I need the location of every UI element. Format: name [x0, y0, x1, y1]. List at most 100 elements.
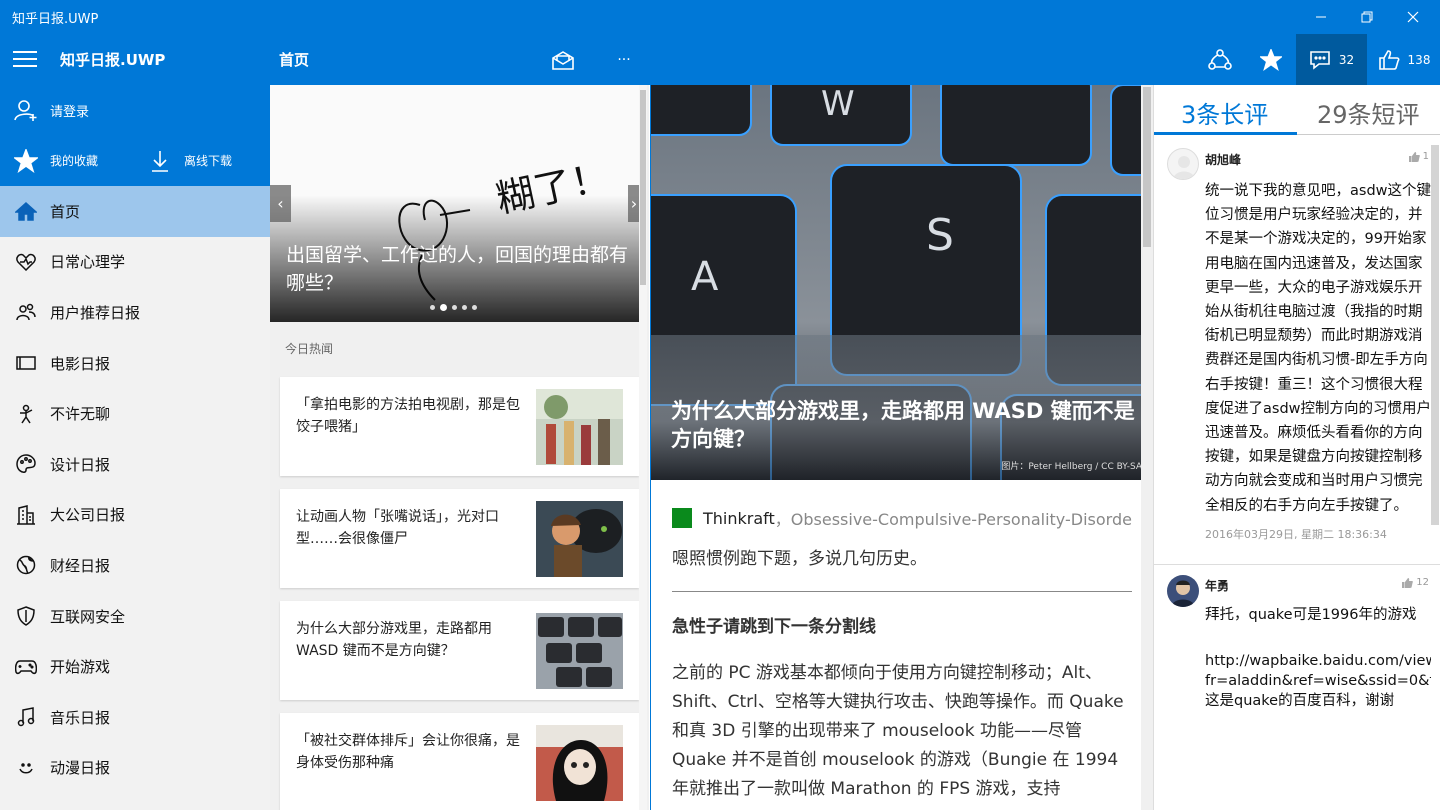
- news-card[interactable]: 让动画人物「张嘴说话」，光对口型……会很像僵尸: [280, 489, 639, 588]
- comment-author[interactable]: 胡旭峰: [1205, 151, 1241, 168]
- mail-button[interactable]: [545, 34, 581, 85]
- users-icon: [14, 300, 38, 324]
- add-user-icon: [14, 100, 37, 121]
- key-s-label: S: [926, 210, 954, 261]
- banner-pager[interactable]: [430, 304, 477, 311]
- news-card-title: 「被社交群体排斥」会让你很痛，是身体受伤那种痛: [296, 733, 520, 771]
- sidebar-item-label: 开始游戏: [50, 658, 111, 677]
- sidebar-item-security[interactable]: 互联网安全: [0, 591, 270, 642]
- thumbs-up-icon: [1402, 577, 1414, 588]
- comment-count: 32: [1338, 52, 1355, 67]
- article-intro: 嗯照惯例跑下题，多说几句历史。: [672, 549, 927, 569]
- article-hero: W A S 为什么大部分游戏里，走路都用 WASD 键而不是方向键？ 图片：Pe…: [651, 85, 1141, 480]
- avatar[interactable]: [1167, 575, 1199, 607]
- comment-item: 年勇 12 拜托，quake可是1996年的游戏 http://wapbaike…: [1154, 573, 1440, 810]
- key-w-label: W: [821, 85, 855, 124]
- globe-icon: [14, 553, 38, 577]
- sidebar-item-home[interactable]: 首页: [0, 186, 270, 237]
- article-scrollbar[interactable]: [1141, 85, 1153, 810]
- sidebar-item-label: 财经日报: [50, 556, 111, 575]
- sidebar-item-finance[interactable]: 财经日报: [0, 540, 270, 591]
- download-icon: [152, 150, 168, 172]
- comment-like-button[interactable]: 12: [1402, 577, 1429, 588]
- featured-banner[interactable]: 糊了！ 出国留学、工作过的人，回国的理由都有哪些？ ‹ ›: [270, 85, 640, 322]
- sidebar-item-no-boredom[interactable]: 不许无聊: [0, 388, 270, 439]
- sidebar-item-label: 用户推荐日报: [50, 303, 141, 322]
- minimize-icon: [1316, 16, 1326, 18]
- news-card-thumbnail: [536, 725, 623, 801]
- news-card-title: 「拿拍电影的方法拍电视剧，那是包饺子喂猪」: [296, 397, 520, 435]
- sidebar: 请登录 我的收藏 离线下载 首页 日常心理学 用户推荐日报 电影日报 不许无聊 …: [0, 85, 270, 810]
- sidebar-item-big-company[interactable]: 大公司日报: [0, 490, 270, 541]
- news-card[interactable]: 为什么大部分游戏里，走路都用 WASD 键而不是方向键？: [280, 601, 639, 700]
- close-button[interactable]: [1390, 0, 1436, 34]
- building-icon: [14, 503, 38, 527]
- mail-open-icon: [552, 50, 574, 70]
- more-button[interactable]: ···: [605, 34, 643, 85]
- comment-author[interactable]: 年勇: [1205, 577, 1229, 594]
- sidebar-item-psychology[interactable]: 日常心理学: [0, 237, 270, 288]
- offline-download-button[interactable]: 离线下载: [148, 135, 232, 186]
- article-divider: [672, 591, 1132, 592]
- title-bar: 知乎日报.UWP: [0, 0, 1440, 34]
- sidebar-item-design[interactable]: 设计日报: [0, 439, 270, 490]
- comment-text: 拜托，quake可是1996年的游戏: [1205, 607, 1417, 623]
- heart-icon: [14, 250, 38, 274]
- like-button[interactable]: 138: [1372, 34, 1436, 85]
- shield-icon: [14, 604, 38, 628]
- news-card[interactable]: 「拿拍电影的方法拍电视剧，那是包饺子喂猪」: [280, 377, 639, 476]
- nav-list: 首页 日常心理学 用户推荐日报 电影日报 不许无聊 设计日报 大公司日报 财经日…: [0, 186, 270, 793]
- like-count: 138: [1407, 52, 1431, 67]
- news-card[interactable]: 「被社交群体排斥」会让你很痛，是身体受伤那种痛: [280, 713, 639, 810]
- comment-time: 2016年03月29日, 星期二 18:36:34: [1205, 528, 1387, 541]
- banner-prev-button[interactable]: ‹: [270, 185, 291, 222]
- tab-short-comments[interactable]: 29条短评: [1317, 95, 1420, 130]
- comments-button[interactable]: 32: [1296, 34, 1367, 85]
- sidebar-item-games[interactable]: 开始游戏: [0, 641, 270, 692]
- avatar[interactable]: [1167, 148, 1199, 180]
- sidebar-item-label: 设计日报: [50, 455, 111, 474]
- favorites-label: 我的收藏: [50, 154, 99, 168]
- comment-item: 胡旭峰 1 统一说下我的意见吧，asdw这个键位习惯是用户玩家经验决定的，并不是…: [1154, 145, 1440, 555]
- fun-icon: [14, 402, 38, 426]
- author-row: Thinkraft ，Obsessive-Compulsive-Personal…: [672, 506, 1141, 530]
- sidebar-item-movie[interactable]: 电影日报: [0, 338, 270, 389]
- minimize-button[interactable]: [1298, 0, 1344, 34]
- restore-button[interactable]: [1344, 0, 1390, 34]
- favorites-button[interactable]: 我的收藏: [0, 135, 98, 186]
- favorite-button[interactable]: [1252, 34, 1290, 85]
- sidebar-item-user-picks[interactable]: 用户推荐日报: [0, 287, 270, 338]
- comments-panel: 3条长评 29条短评 胡旭峰 1 统一说下我的意见吧，asdw这个键位习惯是用户…: [1153, 85, 1440, 810]
- comment-like-count: 12: [1416, 577, 1429, 588]
- news-card-thumbnail: [536, 389, 623, 465]
- comment-like-button[interactable]: 1: [1408, 151, 1429, 162]
- article-title: 为什么大部分游戏里，走路都用 WASD 键而不是方向键？: [671, 399, 1135, 451]
- sidebar-item-label: 不许无聊: [50, 405, 111, 424]
- key-a-label: A: [691, 254, 719, 300]
- smile-icon: [14, 756, 38, 780]
- news-card-thumbnail: [536, 613, 623, 689]
- thumbs-up-icon: [1378, 49, 1399, 70]
- sidebar-item-label: 首页: [50, 202, 81, 221]
- sidebar-item-label: 日常心理学: [50, 253, 126, 272]
- share-button[interactable]: [1200, 34, 1240, 85]
- share-icon: [1208, 48, 1232, 70]
- sidebar-item-label: 电影日报: [50, 354, 111, 373]
- hamburger-menu-icon[interactable]: [13, 51, 37, 69]
- banner-title: 出国留学、工作过的人，回国的理由都有哪些？: [286, 244, 629, 294]
- sidebar-item-label: 大公司日报: [50, 506, 126, 525]
- author-avatar: [672, 508, 692, 528]
- star-icon: [14, 148, 38, 173]
- app-brand: 知乎日报.UWP: [60, 51, 166, 69]
- offline-label: 离线下载: [184, 154, 233, 168]
- news-list-panel: 糊了！ 出国留学、工作过的人，回国的理由都有哪些？ ‹ › 今日热闻 「拿拍电影…: [270, 85, 649, 810]
- login-label: 请登录: [50, 104, 90, 120]
- login-button[interactable]: 请登录: [0, 85, 270, 135]
- sidebar-item-anime[interactable]: 动漫日报: [0, 743, 270, 794]
- comments-scrollbar[interactable]: [1431, 145, 1439, 525]
- section-label: 今日热闻: [285, 342, 334, 356]
- sidebar-item-music[interactable]: 音乐日报: [0, 692, 270, 743]
- tab-long-comments[interactable]: 3条长评: [1181, 95, 1268, 130]
- news-scrollbar[interactable]: [639, 85, 647, 810]
- close-icon: [1407, 11, 1419, 23]
